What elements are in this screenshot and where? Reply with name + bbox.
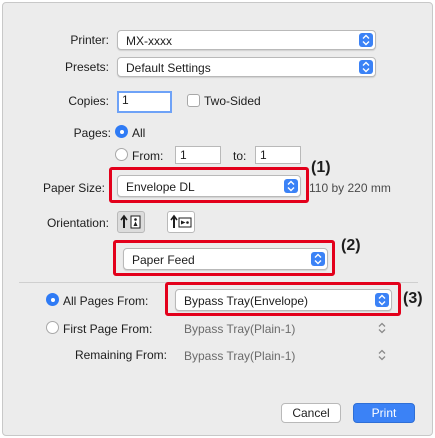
remaining-label: Remaining From: — [74, 348, 167, 362]
cancel-button[interactable]: Cancel — [281, 403, 341, 423]
portrait-icon — [120, 214, 141, 229]
pages-to-label: to: — [233, 149, 247, 163]
highlight-paper-size — [109, 167, 309, 203]
first-page-label: First Page From: — [63, 322, 153, 336]
remaining-popup[interactable]: Bypass Tray(Plain-1) — [175, 345, 392, 365]
all-pages-label: All Pages From: — [63, 294, 149, 308]
first-page-radio[interactable] — [46, 321, 59, 334]
print-button[interactable]: Print — [353, 403, 415, 423]
first-page-popup[interactable]: Bypass Tray(Plain-1) — [175, 318, 392, 338]
callout-3: (3) — [403, 290, 423, 307]
remaining-value: Bypass Tray(Plain-1) — [184, 349, 296, 363]
callout-2: (2) — [341, 237, 361, 254]
print-dialog: Printer: MX-xxxx Presets: Default Settin… — [2, 2, 433, 436]
paper-dimension-text: 110 by 220 mm — [309, 181, 391, 195]
first-page-value: Bypass Tray(Plain-1) — [184, 322, 296, 336]
all-pages-radio[interactable] — [46, 293, 59, 306]
popup-arrows-icon — [359, 60, 373, 74]
printer-value: MX-xxxx — [126, 34, 172, 48]
popup-arrows-icon — [375, 348, 389, 362]
printer-label: Printer: — [70, 33, 109, 47]
orientation-label: Orientation: — [46, 216, 109, 230]
portrait-button[interactable] — [117, 211, 145, 233]
presets-value: Default Settings — [126, 61, 211, 75]
paper-size-label: Paper Size: — [42, 181, 105, 195]
pages-from-field[interactable]: 1 — [175, 146, 221, 164]
pages-to-field[interactable]: 1 — [255, 146, 301, 164]
popup-arrows-icon — [359, 33, 373, 47]
pages-all-label: All — [132, 126, 146, 140]
two-sided-checkbox[interactable] — [187, 94, 200, 107]
highlight-panel — [113, 240, 335, 276]
pages-all-radio[interactable] — [115, 125, 128, 138]
landscape-icon — [170, 214, 192, 228]
callout-1: (1) — [309, 159, 333, 177]
presets-popup[interactable]: Default Settings — [117, 57, 376, 77]
presets-label: Presets: — [64, 60, 109, 74]
pages-from-label: From: — [132, 149, 164, 163]
popup-arrows-icon — [375, 321, 389, 335]
two-sided-label: Two-Sided — [204, 94, 261, 108]
landscape-button[interactable] — [167, 211, 195, 233]
printer-popup[interactable]: MX-xxxx — [117, 30, 376, 50]
copies-field[interactable]: 1 — [117, 91, 172, 113]
copies-label: Copies: — [68, 94, 109, 108]
highlight-all-pages — [165, 282, 401, 316]
pages-from-radio[interactable] — [115, 148, 128, 161]
pages-label: Pages: — [73, 126, 111, 140]
